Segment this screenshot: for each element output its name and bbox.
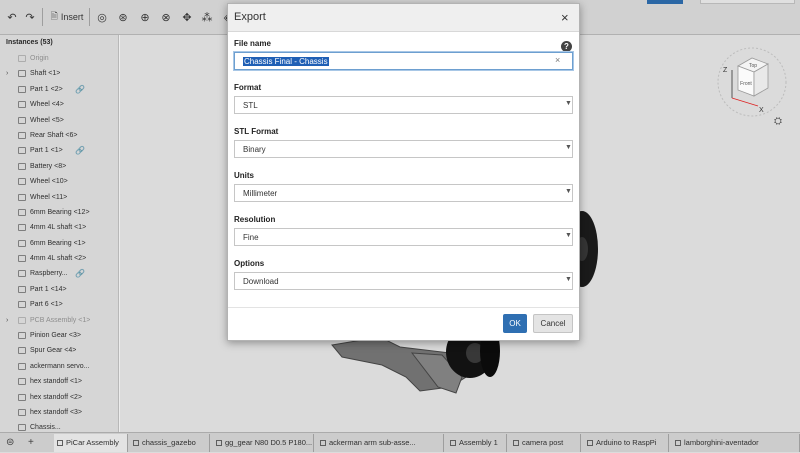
units-value: Millimeter	[243, 189, 278, 198]
chevron-down-icon: ▼	[565, 232, 572, 239]
view-cube[interactable]: Top Front Z X ⛭	[712, 40, 796, 130]
file-name-label: File name	[234, 39, 271, 48]
resolution-value: Fine	[243, 233, 259, 242]
stl-format-value: Binary	[243, 145, 266, 154]
chevron-down-icon: ▼	[565, 144, 572, 151]
stl-format-select[interactable]: Binary ▼	[234, 140, 573, 158]
resolution-select[interactable]: Fine ▼	[234, 228, 573, 246]
file-name-value: Chassis Final - Chassis	[243, 57, 329, 66]
chevron-down-icon: ▼	[565, 100, 572, 107]
close-icon[interactable]: ×	[561, 10, 569, 25]
cancel-button[interactable]: Cancel	[533, 314, 573, 333]
options-label: Options	[234, 259, 265, 268]
chevron-down-icon: ▼	[565, 188, 572, 195]
help-icon[interactable]: ?	[561, 41, 572, 52]
resolution-label: Resolution	[234, 215, 276, 224]
chevron-down-icon: ▼	[565, 276, 572, 283]
options-value: Download	[243, 277, 279, 286]
options-select[interactable]: Download ▼	[234, 272, 573, 290]
view-options-icon[interactable]: ⛭	[774, 116, 782, 127]
x-axis-line	[731, 97, 759, 107]
clear-input-icon[interactable]: ×	[555, 55, 560, 65]
stl-format-label: STL Format	[234, 127, 279, 136]
ok-button[interactable]: OK	[503, 314, 527, 333]
view-cube-front-label: Front	[740, 81, 752, 87]
dialog-header: Export ×	[228, 4, 579, 32]
export-dialog: Export × File name ? Chassis Final - Cha…	[227, 3, 580, 341]
z-axis-label: Z	[723, 67, 728, 74]
view-cube-top-label: Top	[749, 63, 757, 69]
dialog-title: Export	[234, 11, 266, 23]
units-select[interactable]: Millimeter ▼	[234, 184, 573, 202]
x-axis-label: X	[759, 107, 764, 114]
dialog-footer-divider	[228, 307, 579, 308]
units-label: Units	[234, 171, 254, 180]
format-label: Format	[234, 83, 262, 92]
format-select[interactable]: STL ▼	[234, 96, 573, 114]
format-value: STL	[243, 101, 258, 110]
file-name-input[interactable]: Chassis Final - Chassis ×	[234, 52, 573, 70]
